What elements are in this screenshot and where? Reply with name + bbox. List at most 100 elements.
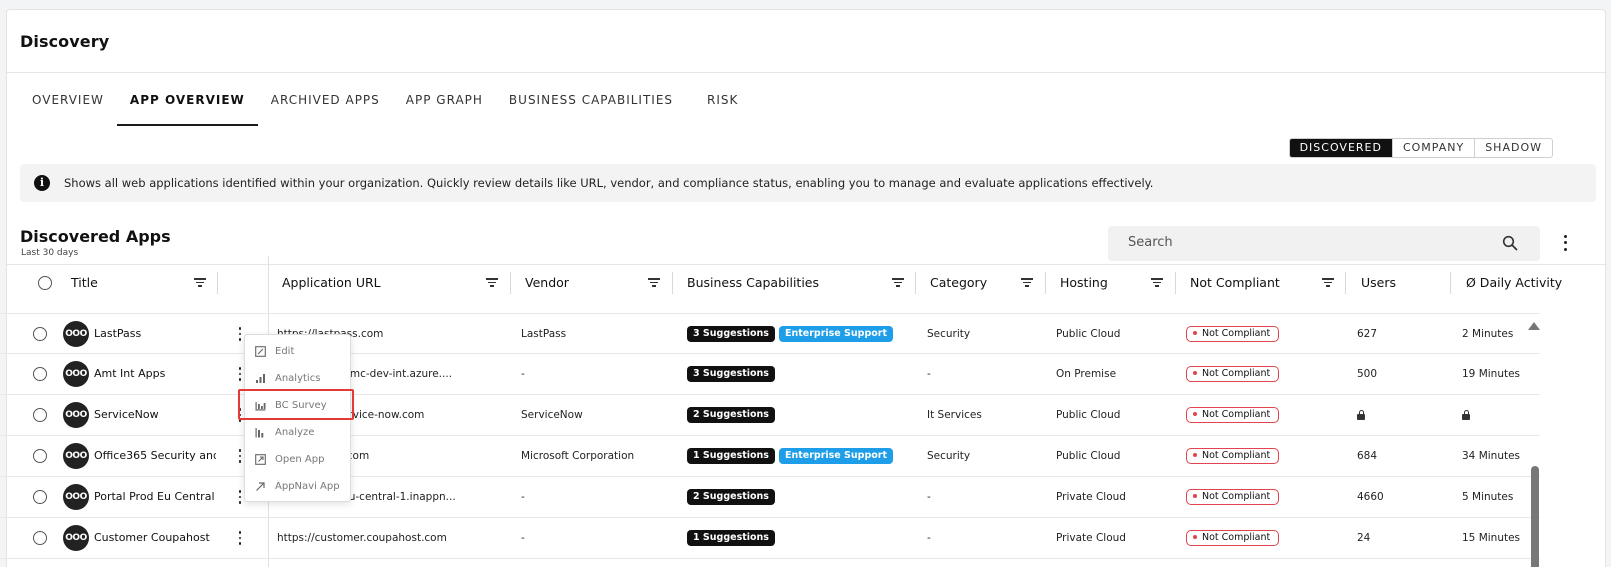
table-row[interactable]: OOO Customer Coupahost https://customer.… [0, 518, 1540, 559]
vertical-scrollbar-thumb[interactable] [1531, 466, 1539, 567]
column-divider[interactable] [915, 272, 916, 294]
table-row[interactable]: OOO Office365 Security and Compliance ht… [0, 436, 1540, 477]
menu-item-analyze[interactable]: Analyze [245, 419, 350, 446]
compliance-cell: Not Compliant [1186, 354, 1280, 394]
tab-app-graph[interactable]: APP GRAPH [393, 90, 496, 126]
column-header-category[interactable]: Category [930, 256, 987, 310]
view-discovered-button[interactable]: DISCOVERED [1289, 139, 1392, 157]
menu-item-open-app[interactable]: Open App [245, 446, 350, 473]
menu-item-bc-survey[interactable]: BC Survey [245, 392, 350, 419]
menu-item-edit[interactable]: Edit [245, 338, 350, 365]
business-capabilities-cell: 3 Suggestions Enterprise Support [687, 314, 897, 354]
section-title: Discovered Apps [20, 227, 171, 246]
edit-icon [255, 346, 266, 357]
filter-icon[interactable] [194, 278, 206, 288]
app-title[interactable]: Customer Coupahost [94, 518, 216, 558]
scroll-up-arrow-icon[interactable] [1528, 322, 1540, 330]
view-shadow-button[interactable]: SHADOW [1474, 139, 1552, 157]
info-banner: i Shows all web applications identified … [20, 164, 1596, 202]
table-row[interactable]: OOO Portal Prod Eu Central 1 Inappnavi h… [0, 477, 1540, 518]
app-title[interactable]: Amt Int Apps [94, 354, 216, 394]
table-row[interactable]: OOO LastPass https://lastpass.com LastPa… [0, 313, 1540, 354]
row-select-radio[interactable] [33, 367, 47, 381]
menu-item-label: Edit [275, 346, 295, 357]
column-divider[interactable] [672, 272, 673, 294]
tab-app-overview[interactable]: APP OVERVIEW [116, 90, 258, 126]
search-input[interactable] [1128, 235, 1488, 250]
menu-item-analytics[interactable]: Analytics [245, 365, 350, 392]
tab-business-capabilities[interactable]: BUSINESS CAPABILITIES [496, 90, 686, 126]
row-menu-icon[interactable] [237, 531, 243, 545]
app-category: - [927, 532, 931, 544]
menu-item-appnavi-app[interactable]: AppNavi App [245, 473, 350, 500]
suggestions-badge[interactable]: 1 Suggestions [687, 448, 775, 464]
row-menu-icon[interactable] [237, 449, 243, 463]
row-select-radio[interactable] [33, 327, 47, 341]
suggestions-badge[interactable]: 3 Suggestions [687, 366, 775, 382]
search-icon[interactable] [1502, 235, 1518, 251]
column-divider[interactable] [1175, 272, 1176, 294]
not-compliant-badge: Not Compliant [1186, 326, 1280, 342]
table-row[interactable]: OOO ServiceNow https://dev.service-now.c… [0, 395, 1540, 436]
app-daily-activity: 34 Minutes [1462, 450, 1521, 462]
compliance-cell: Not Compliant [1186, 436, 1280, 476]
app-url[interactable]: https://customer.coupahost.com [277, 518, 507, 558]
info-text: Shows all web applications identified wi… [64, 176, 1154, 190]
app-title[interactable]: Office365 Security and Compliance [94, 436, 216, 476]
suggestions-badge[interactable]: 3 Suggestions [687, 326, 775, 342]
enterprise-support-badge: Enterprise Support [778, 448, 893, 464]
app-hosting: Public Cloud [1056, 328, 1121, 340]
column-header-hosting[interactable]: Hosting [1060, 256, 1108, 310]
column-header-not-compliant[interactable]: Not Compliant [1190, 256, 1280, 310]
open-app-icon [255, 454, 266, 465]
table-row[interactable]: OOO Amt Int Apps https://apps.qmc-dev-in… [0, 354, 1540, 395]
column-divider[interactable] [510, 272, 511, 294]
row-select-radio[interactable] [33, 408, 47, 422]
analyze-icon [255, 428, 264, 438]
column-header-business-capabilities[interactable]: Business Capabilities [687, 256, 819, 310]
column-header-vendor[interactable]: Vendor [525, 256, 569, 310]
business-capabilities-cell: 2 Suggestions [687, 477, 779, 517]
row-select-radio[interactable] [33, 531, 47, 545]
filter-icon[interactable] [1151, 278, 1163, 288]
column-header-title[interactable]: Title [71, 256, 98, 310]
column-divider[interactable] [1345, 272, 1346, 294]
not-compliant-badge: Not Compliant [1186, 489, 1280, 505]
tab-risk[interactable]: RISK [694, 90, 751, 126]
row-menu-icon[interactable] [237, 327, 243, 341]
view-company-button[interactable]: COMPANY [1391, 139, 1474, 157]
row-menu-icon[interactable] [237, 490, 243, 504]
filter-icon[interactable] [648, 278, 660, 288]
suggestions-badge[interactable]: 2 Suggestions [687, 489, 775, 505]
tab-overview[interactable]: OVERVIEW [19, 90, 117, 126]
app-hosting: On Premise [1056, 368, 1117, 380]
more-options-icon[interactable] [1560, 233, 1570, 253]
suggestions-badge[interactable]: 2 Suggestions [687, 407, 775, 423]
filter-icon[interactable] [1021, 278, 1033, 288]
column-divider[interactable] [217, 272, 218, 294]
analytics-icon [256, 374, 265, 383]
column-header-url[interactable]: Application URL [282, 256, 381, 310]
filter-icon[interactable] [1322, 278, 1334, 288]
menu-item-label: Analytics [275, 373, 321, 384]
row-select-radio[interactable] [33, 490, 47, 504]
row-menu-icon[interactable] [237, 367, 243, 381]
column-header-daily-activity[interactable]: Ø Daily Activity [1466, 256, 1562, 310]
filter-icon[interactable] [486, 278, 498, 288]
info-icon: i [34, 175, 50, 191]
column-divider[interactable] [1450, 272, 1451, 294]
row-select-radio[interactable] [33, 449, 47, 463]
app-title[interactable]: ServiceNow [94, 395, 216, 435]
column-header-users[interactable]: Users [1361, 256, 1396, 310]
app-hosting: Private Cloud [1056, 491, 1126, 503]
app-title[interactable]: Portal Prod Eu Central 1 Inappnavi [94, 477, 216, 517]
column-divider[interactable] [1045, 272, 1046, 294]
app-category: Security [927, 450, 971, 462]
app-vendor: - [521, 532, 525, 544]
row-menu-icon[interactable] [237, 408, 243, 422]
tab-archived-apps[interactable]: ARCHIVED APPS [258, 90, 393, 126]
app-title[interactable]: LastPass [94, 314, 216, 354]
filter-icon[interactable] [892, 278, 904, 288]
select-all-radio[interactable] [38, 276, 52, 290]
suggestions-badge[interactable]: 1 Suggestions [687, 530, 775, 546]
